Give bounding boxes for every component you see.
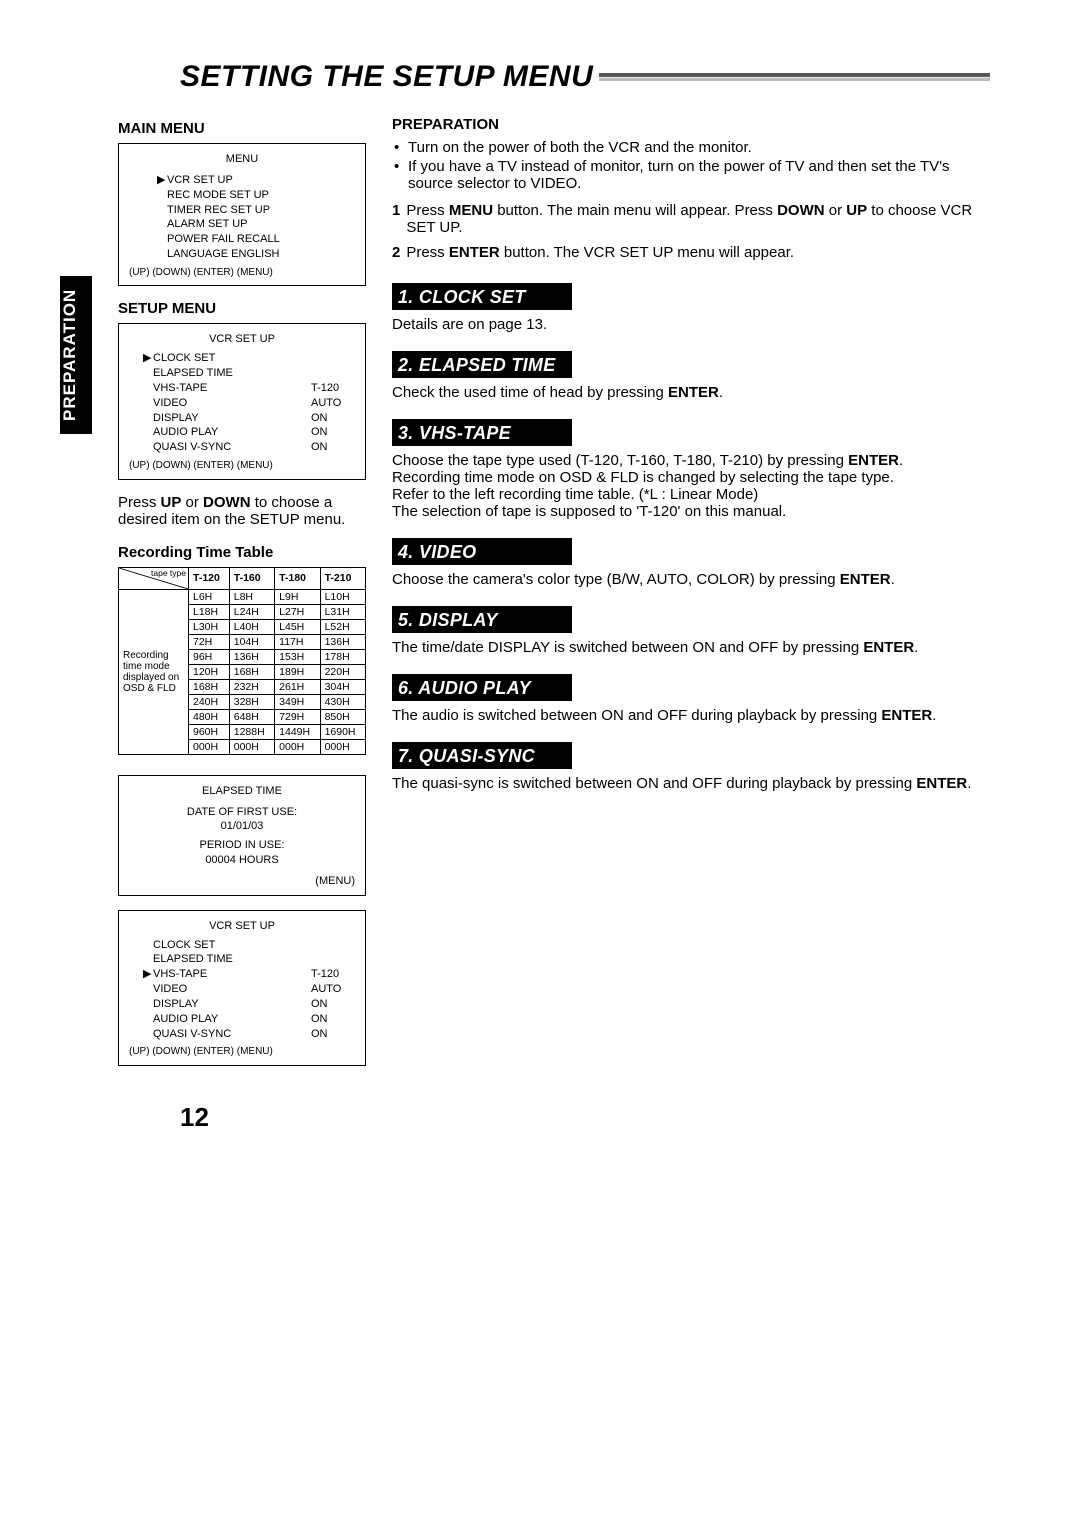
- recording-time-table: tape type T-120 T-160 T-180 T-210 Record…: [118, 567, 366, 755]
- osd-footer: (UP) (DOWN) (ENTER) (MENU): [129, 266, 355, 280]
- preparation-bullets: Turn on the power of both the VCR and th…: [392, 139, 990, 192]
- title-rule: [599, 73, 990, 81]
- page-number: 12: [180, 1102, 990, 1133]
- section-clock-set: 1. CLOCK SET: [392, 283, 572, 310]
- osd-item: DISPLAYON: [129, 997, 355, 1012]
- section-body: The quasi-sync is switched between ON an…: [392, 775, 990, 792]
- section-body: Check the used time of head by pressing …: [392, 384, 990, 401]
- table-diagonal-cell: tape type: [119, 567, 189, 589]
- section-audio-play: 6. AUDIO PLAY: [392, 674, 572, 701]
- osd-item: VHS-TAPET-120: [129, 381, 355, 396]
- osd-item: DISPLAYON: [129, 411, 355, 426]
- osd-item: AUDIO PLAYON: [129, 425, 355, 440]
- osd-item: TIMER REC SET UP: [129, 203, 355, 218]
- section-elapsed-time: 2. ELAPSED TIME: [392, 351, 572, 378]
- main-menu-osd: MENU ▶VCR SET UPREC MODE SET UPTIMER REC…: [118, 143, 366, 286]
- section-body: Choose the tape type used (T-120, T-160,…: [392, 452, 990, 520]
- osd-item: ALARM SET UP: [129, 217, 355, 232]
- osd-item: AUDIO PLAYON: [129, 1012, 355, 1027]
- section-vhs-tape: 3. VHS-TAPE: [392, 419, 572, 446]
- setup-menu-osd: VCR SET UP ▶CLOCK SETELAPSED TIMEVHS-TAP…: [118, 323, 366, 479]
- main-menu-heading: MAIN MENU: [118, 120, 366, 137]
- step-2: 2 Press ENTER button. The VCR SET UP men…: [392, 244, 990, 261]
- osd-item: VIDEOAUTO: [129, 982, 355, 997]
- rec-table-heading: Recording Time Table: [118, 544, 366, 561]
- osd-item: REC MODE SET UP: [129, 188, 355, 203]
- osd-item: ELAPSED TIME: [129, 952, 355, 967]
- osd-item: ELAPSED TIME: [129, 366, 355, 381]
- osd-item: CLOCK SET: [129, 938, 355, 953]
- section-body: Choose the camera's color type (B/W, AUT…: [392, 571, 990, 588]
- osd-item: POWER FAIL RECALL: [129, 232, 355, 247]
- section-body: The audio is switched between ON and OFF…: [392, 707, 990, 724]
- list-item: If you have a TV instead of monitor, tur…: [392, 158, 990, 192]
- osd-item: LANGUAGE ENGLISH: [129, 247, 355, 262]
- osd-item: ▶VCR SET UP: [129, 173, 355, 188]
- section-body: Details are on page 13.: [392, 316, 990, 333]
- vcr-setup-osd-2: VCR SET UP CLOCK SETELAPSED TIME▶VHS-TAP…: [118, 910, 366, 1066]
- osd-header: MENU: [129, 152, 355, 167]
- section-display: 5. DISPLAY: [392, 606, 572, 633]
- osd-header: VCR SET UP: [129, 332, 355, 347]
- section-video: 4. VIDEO: [392, 538, 572, 565]
- elapsed-time-osd: ELAPSED TIME DATE OF FIRST USE: 01/01/03…: [118, 775, 366, 896]
- preparation-heading: PREPARATION: [392, 116, 990, 133]
- osd-item: QUASI V-SYNCON: [129, 1027, 355, 1042]
- osd-item: VIDEOAUTO: [129, 396, 355, 411]
- list-item: Turn on the power of both the VCR and th…: [392, 139, 990, 156]
- section-quasi-sync: 7. QUASI-SYNC: [392, 742, 572, 769]
- osd-footer: (UP) (DOWN) (ENTER) (MENU): [129, 459, 355, 473]
- section-tab-preparation: PREPARATION: [60, 276, 92, 434]
- osd-item: QUASI V-SYNCON: [129, 440, 355, 455]
- setup-menu-heading: SETUP MENU: [118, 300, 366, 317]
- osd-item: ▶CLOCK SET: [129, 351, 355, 366]
- page-title: SETTING THE SETUP MENU: [180, 60, 593, 94]
- step-1: 1 Press MENU button. The main menu will …: [392, 202, 990, 236]
- setup-hint: Press UP or DOWN to choose a desired ite…: [118, 494, 366, 528]
- section-body: The time/date DISPLAY is switched betwee…: [392, 639, 990, 656]
- osd-item: ▶VHS-TAPET-120: [129, 967, 355, 982]
